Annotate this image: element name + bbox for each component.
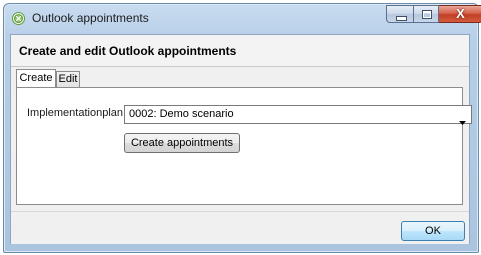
window-title: Outlook appointments: [32, 11, 149, 25]
tab-edit[interactable]: Edit: [56, 71, 80, 87]
title-bar[interactable]: Outlook appointments X: [4, 4, 481, 34]
minimize-button[interactable]: [386, 5, 413, 23]
implementationplan-select[interactable]: 0002: Demo scenario: [124, 105, 472, 125]
header-panel: Create and edit Outlook appointments: [11, 35, 469, 67]
implementationplan-label: Implementationplan: [27, 107, 124, 119]
implementationplan-value: 0002: Demo scenario: [129, 108, 234, 120]
tab-create[interactable]: Create: [16, 69, 56, 87]
green-circle-x-icon: [12, 12, 25, 25]
ok-button[interactable]: OK: [401, 221, 465, 241]
dropdown-arrow-icon[interactable]: [459, 112, 466, 130]
close-button[interactable]: X: [439, 5, 481, 23]
dialog-window: Outlook appointments X Create and edit O…: [3, 3, 481, 253]
caption-buttons: X: [386, 5, 481, 24]
dialog-footer: OK: [11, 211, 469, 244]
close-icon: X: [456, 6, 465, 21]
maximize-button[interactable]: [413, 5, 439, 23]
minimize-icon: [396, 16, 407, 21]
dialog-client-area: Create and edit Outlook appointments Cre…: [10, 34, 472, 244]
maximize-icon: [422, 10, 432, 19]
create-appointments-button[interactable]: Create appointments: [124, 133, 240, 153]
page-title: Create and edit Outlook appointments: [19, 44, 237, 58]
